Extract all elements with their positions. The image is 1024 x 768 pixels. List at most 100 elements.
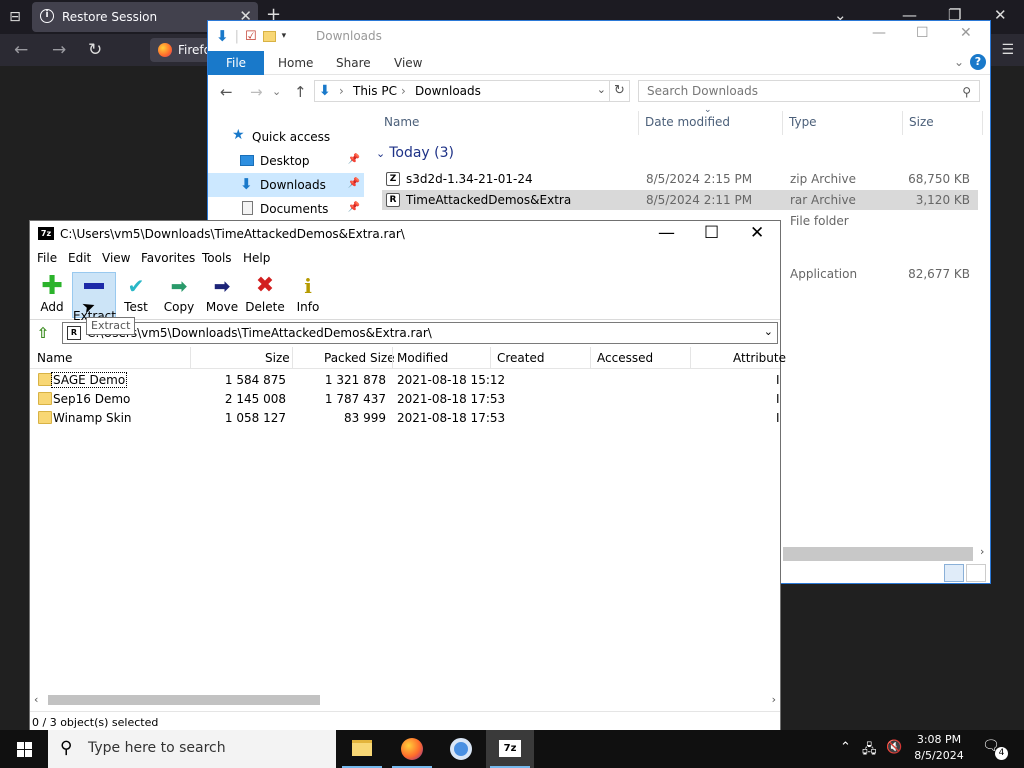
horizontal-scrollbar[interactable]: ‹ › [30, 691, 780, 709]
firefox-view-button[interactable]: Firefox [150, 38, 210, 62]
file-type: rar Archive [790, 193, 856, 207]
taskbar-search-input[interactable]: ⚲ Type here to search [48, 730, 336, 768]
details-view-icon[interactable] [944, 564, 964, 582]
minimize-icon[interactable]: — [658, 223, 675, 243]
move-button[interactable]: ➡ Move [200, 272, 244, 318]
ribbon-home-tab[interactable]: Home [278, 56, 313, 70]
ribbon-share-tab[interactable]: Share [336, 56, 371, 70]
reload-icon[interactable]: ↻ [88, 40, 102, 60]
sidebar-item-downloads[interactable]: ⬇ Downloads 📌 [208, 173, 364, 197]
properties-icon[interactable]: ☑ [245, 29, 257, 44]
menu-view[interactable]: View [102, 251, 130, 265]
start-button[interactable] [0, 730, 48, 768]
ribbon-view-tab[interactable]: View [394, 56, 422, 70]
menu-help[interactable]: Help [243, 251, 270, 265]
column-header-attributes[interactable]: Attribute [733, 351, 786, 365]
menu-favorites[interactable]: Favorites [141, 251, 195, 265]
chevron-down-icon[interactable]: ⌄ [764, 325, 773, 338]
archive-row[interactable]: Sep16 Demo 2 145 008 1 787 437 2021-08-1… [30, 390, 780, 409]
breadcrumb-this-pc[interactable]: This PC [353, 84, 397, 98]
path-input[interactable]: R C:\Users\vm5\Downloads\TimeAttackedDem… [62, 322, 778, 344]
search-input[interactable]: Search Downloads ⚲ [638, 80, 980, 102]
taskbar-file-explorer[interactable] [338, 730, 386, 768]
divider [638, 111, 639, 135]
up-arrow-icon[interactable]: ↑ [294, 83, 307, 101]
sidebar-item-label: Downloads [260, 178, 326, 192]
menu-edit[interactable]: Edit [68, 251, 91, 265]
menu-file[interactable]: File [37, 251, 57, 265]
column-header-created[interactable]: Created [497, 351, 545, 365]
forward-arrow-icon[interactable]: → [52, 40, 66, 60]
column-header-accessed[interactable]: Accessed [597, 351, 653, 365]
group-header-today[interactable]: ⌄ Today (3) [376, 145, 454, 161]
close-icon[interactable]: ✕ [750, 223, 764, 243]
maximize-icon[interactable]: ☐ [704, 223, 719, 243]
hamburger-menu-icon[interactable]: ☰ [1001, 42, 1014, 58]
sidebar-item-documents[interactable]: Documents 📌 [208, 197, 364, 221]
test-button[interactable]: ✔ Test [114, 272, 158, 318]
file-row[interactable]: Z s3d2d-1.34-21-01-24 8/5/2024 2:15 PM z… [382, 169, 978, 189]
sevenzip-logo-icon: 7z [499, 740, 521, 757]
column-header-name[interactable]: Name [37, 351, 72, 365]
taskbar-firefox[interactable] [388, 730, 436, 768]
system-clock[interactable]: 3:08 PM 8/5/2024 [906, 732, 972, 764]
taskbar-chromium[interactable] [437, 730, 485, 768]
expand-ribbon-icon[interactable]: ⌄ [954, 55, 964, 69]
item-attributes: I [776, 411, 780, 425]
recent-locations-icon[interactable]: ⌄ [272, 85, 281, 98]
column-header-packed-size[interactable]: Packed Size [324, 351, 395, 365]
sevenzip-toolbar: ✚ Add Extract ✔ Test ➡ Copy ➡ Move ✖ Del… [30, 270, 780, 323]
column-header-size[interactable]: Size [265, 351, 290, 365]
scroll-left-icon[interactable]: ‹ [34, 693, 38, 706]
notification-count-badge: 4 [995, 747, 1008, 760]
add-label: Add [40, 300, 64, 314]
horizontal-scrollbar[interactable] [783, 547, 973, 561]
close-icon[interactable]: ✕ [994, 6, 1007, 24]
breadcrumb-downloads[interactable]: Downloads [415, 84, 481, 98]
close-icon[interactable]: ✕ [960, 25, 972, 41]
customize-qat-icon[interactable]: ▾ [282, 31, 287, 41]
sidebar-item-desktop[interactable]: Desktop 📌 [208, 149, 364, 173]
archive-row[interactable]: Winamp Skin 1 058 127 83 999 2021-08-18 … [30, 409, 780, 428]
delete-button[interactable]: ✖ Delete [243, 272, 287, 318]
scroll-right-icon[interactable]: › [772, 693, 776, 706]
back-arrow-icon[interactable]: ← [220, 83, 233, 101]
chevron-down-icon[interactable]: ⌄ [597, 83, 606, 96]
show-hidden-icons-icon[interactable]: ⌃ [840, 740, 851, 755]
new-folder-icon[interactable] [262, 30, 276, 42]
back-arrow-icon[interactable]: ← [14, 40, 28, 60]
refresh-icon[interactable]: ↻ [610, 80, 630, 102]
scroll-right-icon[interactable]: › [980, 545, 984, 558]
column-header-modified[interactable]: Modified [397, 351, 448, 365]
maximize-icon[interactable]: ☐ [916, 25, 929, 41]
forward-arrow-icon[interactable]: → [250, 83, 263, 101]
scrollbar-thumb[interactable] [48, 695, 320, 705]
list-all-tabs-icon[interactable]: ⊟ [6, 8, 24, 26]
volume-muted-icon[interactable]: 🔇 [886, 740, 902, 755]
pin-icon[interactable]: 📌 [348, 178, 360, 189]
column-header-date[interactable]: Date modified [645, 115, 730, 129]
column-header-name[interactable]: Name [384, 115, 419, 129]
up-folder-icon[interactable]: ⇧ [34, 324, 52, 342]
help-icon[interactable]: ? [970, 54, 986, 70]
action-center-button[interactable]: 🗨 4 [982, 738, 1008, 760]
ribbon-file-tab[interactable]: File [208, 51, 264, 75]
add-button[interactable]: ✚ Add [30, 272, 74, 318]
pin-icon[interactable]: 📌 [348, 154, 360, 165]
file-row-selected[interactable]: R TimeAttackedDemos&Extra 8/5/2024 2:11 … [382, 190, 978, 210]
archive-row[interactable]: SAGE Demo 1 584 875 1 321 878 2021-08-18… [30, 371, 780, 390]
search-icon: ⚲ [60, 738, 73, 758]
sidebar-item-quick-access[interactable]: ★ Quick access [208, 125, 364, 149]
pin-icon[interactable]: 📌 [348, 202, 360, 213]
info-icon: i [304, 274, 312, 298]
info-button[interactable]: i Info [286, 272, 330, 318]
address-bar[interactable]: ⬇ › This PC › Downloads ⌄ [314, 80, 610, 102]
column-header-size[interactable]: Size [909, 115, 934, 129]
large-icons-view-icon[interactable] [966, 564, 986, 582]
menu-tools[interactable]: Tools [202, 251, 232, 265]
column-header-type[interactable]: Type [789, 115, 817, 129]
network-icon[interactable]: 🖧 [862, 740, 877, 762]
taskbar-7zip[interactable]: 7z [486, 730, 534, 768]
minimize-icon[interactable]: — [872, 25, 886, 41]
copy-button[interactable]: ➡ Copy [157, 272, 201, 318]
